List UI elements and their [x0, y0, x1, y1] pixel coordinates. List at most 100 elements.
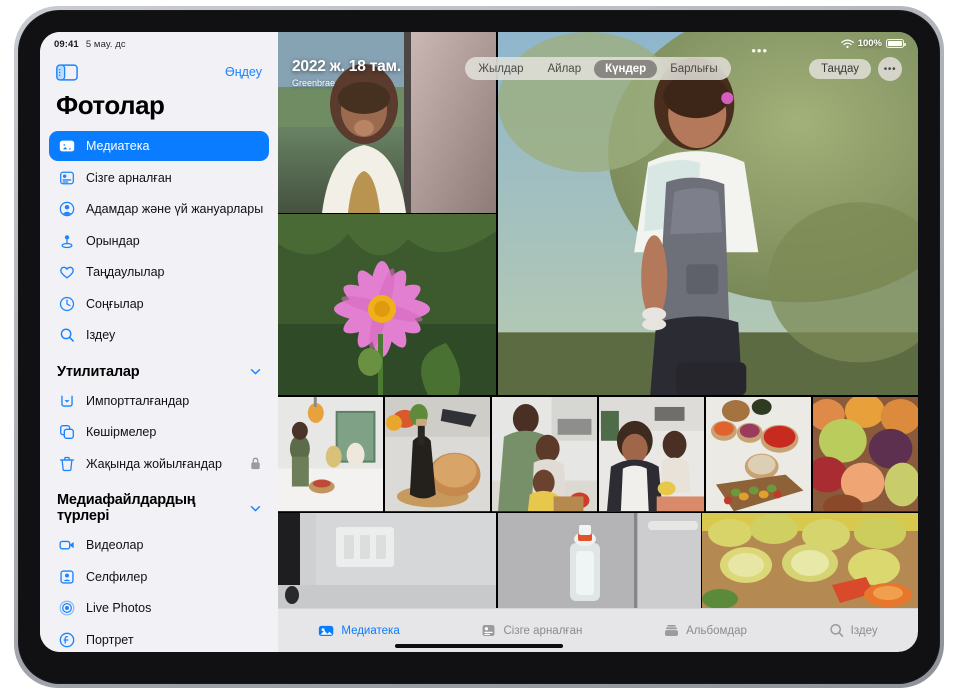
- bottom-tab-bar: Медиатека Сізге арналған Альбомдар: [278, 608, 918, 652]
- sidebar-item-search[interactable]: Іздеу: [49, 320, 269, 350]
- sidebar-item-label: Соңғылар: [86, 297, 144, 311]
- photo-grid-row-middle: [278, 397, 918, 512]
- tab-library-label: Медиатека: [341, 625, 399, 637]
- sidebar-item-imports[interactable]: Импортталғандар: [49, 386, 269, 416]
- photo-grid-row-bottom: [278, 513, 918, 608]
- photo-thumbnail[interactable]: [599, 397, 704, 512]
- sidebar-item-videos[interactable]: Видеолар: [49, 530, 269, 560]
- more-dots-icon[interactable]: •••: [751, 44, 768, 57]
- sidebar-item-duplicates[interactable]: Көшірмелер: [49, 417, 269, 447]
- photo-thumbnail[interactable]: [278, 397, 383, 512]
- map-pin-icon: [57, 231, 76, 250]
- section-header-media-types[interactable]: Медиафайлдардың түрлері: [40, 480, 278, 530]
- sidebar-item-label: Көшірмелер: [86, 425, 156, 439]
- battery-icon: [886, 39, 904, 48]
- trash-icon: [57, 454, 76, 473]
- import-icon: [57, 391, 76, 410]
- clock-icon: [57, 294, 76, 313]
- section-label: Медиафайлдардың түрлері: [57, 492, 250, 524]
- photo-thumbnail[interactable]: [702, 513, 918, 608]
- segment-all[interactable]: Барлығы: [659, 60, 728, 78]
- home-indicator: [395, 644, 563, 648]
- selfie-icon: [57, 567, 76, 586]
- chevron-down-icon[interactable]: [250, 368, 261, 375]
- page-title: Фотолар: [40, 86, 278, 131]
- duplicates-icon: [57, 423, 76, 442]
- screenshot-root: 2022 ж. 18 там. Greenbrae ••• 100% Жылда…: [0, 0, 958, 694]
- sidebar-item-places[interactable]: Орындар: [49, 226, 269, 256]
- battery-percent-label: 100%: [858, 38, 882, 49]
- status-time: 09:41: [54, 39, 79, 50]
- photo-thumbnail-featured[interactable]: [498, 32, 919, 395]
- sidebar-item-label: Селфилер: [86, 570, 147, 584]
- search-icon: [828, 622, 845, 639]
- sidebar-media-types-list: Видеолар Селфилер Live Photos: [40, 530, 278, 652]
- sidebar-item-label: Импортталғандар: [86, 394, 189, 408]
- device-screen: 2022 ж. 18 там. Greenbrae ••• 100% Жылда…: [40, 32, 918, 652]
- sidebar: 09:41 5 мау. дс Өңдеу Фотолар Медиатека: [40, 32, 278, 652]
- for-you-icon: [480, 622, 497, 639]
- heart-icon: [57, 263, 76, 282]
- sidebar-item-label: Видеолар: [86, 538, 143, 552]
- more-circle-icon[interactable]: •••: [878, 57, 902, 81]
- sidebar-item-label: Медиатека: [86, 139, 149, 153]
- tab-albums[interactable]: Альбомдар: [663, 622, 747, 639]
- sidebar-item-label: Портрет: [86, 633, 134, 647]
- sidebar-item-recents[interactable]: Соңғылар: [49, 289, 269, 319]
- sidebar-item-library[interactable]: Медиатека: [49, 131, 269, 161]
- sidebar-item-live-photos[interactable]: Live Photos: [49, 593, 269, 623]
- wifi-icon: [841, 39, 854, 49]
- sidebar-item-label: Сізге арналған: [86, 171, 172, 185]
- photo-thumbnail[interactable]: [706, 397, 811, 512]
- photo-thumbnail[interactable]: [385, 397, 490, 512]
- select-button[interactable]: Таңдау: [809, 59, 871, 79]
- albums-icon: [663, 622, 680, 639]
- status-bar-left: 09:41 5 мау. дс: [40, 32, 278, 52]
- lock-icon: [250, 457, 261, 470]
- sidebar-item-label: Live Photos: [86, 601, 151, 615]
- sidebar-toggle-icon[interactable]: [56, 64, 78, 81]
- segment-days[interactable]: Күндер: [594, 60, 657, 78]
- sidebar-item-label: Жақында жойылғандар: [86, 457, 222, 471]
- people-pets-icon: [57, 200, 76, 219]
- sidebar-item-label: Іздеу: [86, 328, 115, 342]
- live-photo-icon: [57, 599, 76, 618]
- sidebar-item-portrait[interactable]: Портрет: [49, 625, 269, 653]
- sidebar-item-for-you[interactable]: Сізге арналған: [49, 163, 269, 193]
- search-icon: [57, 326, 76, 345]
- for-you-icon: [57, 168, 76, 187]
- sidebar-item-label: Орындар: [86, 234, 140, 248]
- sidebar-nav-list: Медиатека Сізге арналған Адамдар және үй…: [40, 131, 278, 350]
- edit-button[interactable]: Өңдеу: [225, 65, 262, 79]
- segment-months[interactable]: Айлар: [537, 60, 593, 78]
- sidebar-item-favorites[interactable]: Таңдаулылар: [49, 257, 269, 287]
- sidebar-utilities-list: Импортталғандар Көшірмелер Жақында жойыл…: [40, 386, 278, 479]
- toolbar-right: Таңдау •••: [809, 57, 902, 81]
- segment-years[interactable]: Жылдар: [467, 60, 534, 78]
- portrait-icon: [57, 630, 76, 649]
- photo-thumbnail[interactable]: [278, 513, 496, 608]
- photo-library-icon: [318, 622, 335, 639]
- tab-for-you-label: Сізге арналған: [503, 625, 582, 637]
- chevron-down-icon[interactable]: [250, 505, 261, 512]
- status-bar-right: 100%: [841, 38, 904, 49]
- photo-thumbnail[interactable]: [492, 397, 597, 512]
- section-header-utilities[interactable]: Утилиталар: [40, 352, 278, 386]
- status-date: 5 мау. дс: [86, 39, 126, 50]
- tab-search-label: Іздеу: [851, 625, 878, 637]
- sidebar-item-recently-deleted[interactable]: Жақында жойылғандар: [49, 449, 269, 479]
- sidebar-item-people-pets[interactable]: Адамдар және үй жануарлары: [49, 194, 269, 224]
- tab-search[interactable]: Іздеу: [828, 622, 878, 639]
- section-label: Утилиталар: [57, 364, 139, 380]
- photo-thumbnail[interactable]: [498, 513, 701, 608]
- tab-library[interactable]: Медиатека: [318, 622, 399, 639]
- photo-thumbnail[interactable]: [278, 214, 496, 395]
- photo-thumbnail[interactable]: [813, 397, 918, 512]
- segmented-control[interactable]: Жылдар Айлар Күндер Барлығы: [465, 57, 731, 80]
- tab-for-you[interactable]: Сізге арналған: [480, 622, 582, 639]
- sidebar-item-selfies[interactable]: Селфилер: [49, 562, 269, 592]
- photo-grid-area: 2022 ж. 18 там. Greenbrae ••• 100% Жылда…: [278, 32, 918, 652]
- video-icon: [57, 536, 76, 555]
- sidebar-topbar: Өңдеу: [40, 52, 278, 86]
- photo-library-icon: [57, 137, 76, 156]
